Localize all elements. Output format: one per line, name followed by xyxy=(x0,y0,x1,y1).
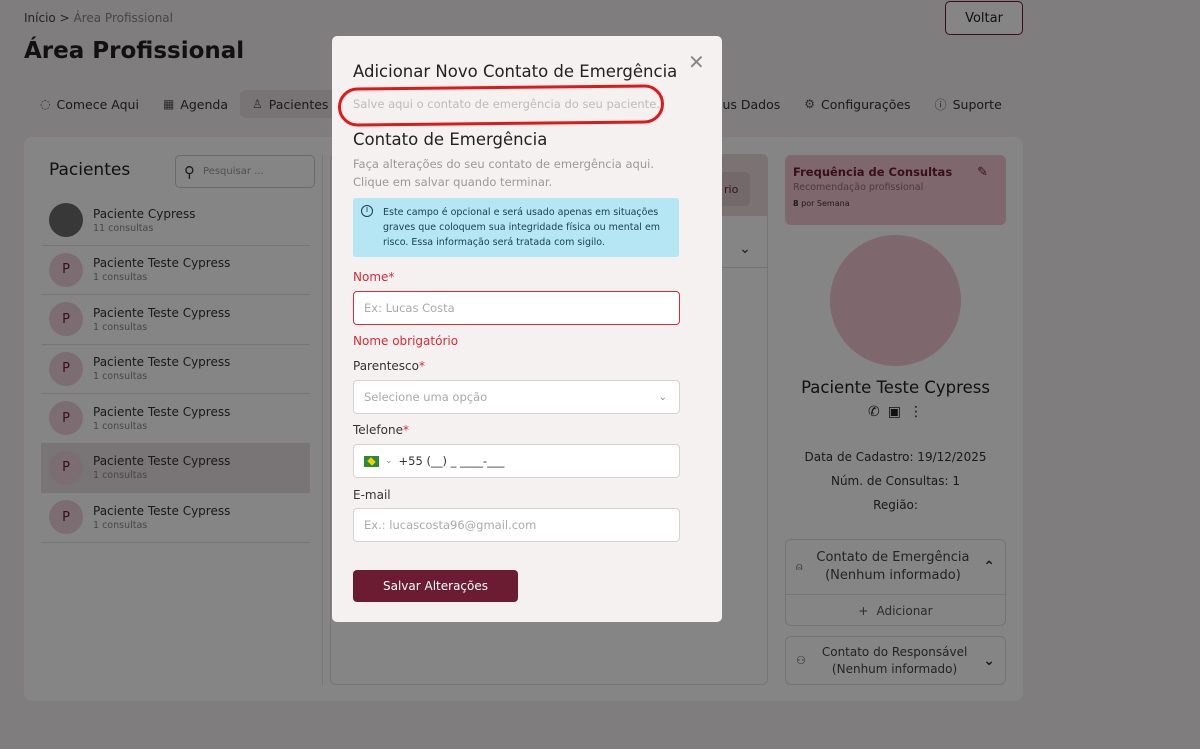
save-button[interactable]: Salvar Alterações xyxy=(353,570,518,602)
email-placeholder: Ex.: lucascosta96@gmail.com xyxy=(364,518,537,532)
name-error-message: Nome obrigatório xyxy=(353,334,459,348)
required-mark: * xyxy=(388,270,395,284)
relation-label-text: Parentesco xyxy=(353,359,419,373)
info-alert: i Este campo é opcional e será usado ape… xyxy=(353,198,679,257)
info-icon: i xyxy=(361,205,373,217)
close-icon[interactable]: ✕ xyxy=(688,52,705,72)
description-line2: Clique em salvar quando terminar. xyxy=(353,174,553,189)
phone-label-text: Telefone xyxy=(353,423,403,437)
description-line1: Faça alterações do seu contato de emergê… xyxy=(353,157,654,171)
required-mark: * xyxy=(402,423,409,437)
phone-field[interactable]: ⌄ +55 (__) _ ____-___ xyxy=(353,444,680,478)
phone-label: Telefone* xyxy=(353,423,409,437)
chevron-down-icon: ⌄ xyxy=(658,391,667,403)
name-field[interactable]: Ex: Lucas Costa xyxy=(353,291,680,325)
name-placeholder: Ex: Lucas Costa xyxy=(364,301,455,315)
brazil-flag-icon[interactable] xyxy=(364,455,379,467)
alert-text: Este campo é opcional e será usado apena… xyxy=(383,207,661,248)
name-label-text: Nome xyxy=(353,270,389,284)
relation-placeholder: Selecione uma opção xyxy=(364,390,488,404)
annotation-circle xyxy=(337,84,665,127)
name-label: Nome* xyxy=(353,270,394,284)
relation-select[interactable]: Selecione uma opção ⌄ xyxy=(353,380,680,414)
chevron-down-icon[interactable]: ⌄ xyxy=(385,456,393,466)
modal-title: Adicionar Novo Contato de Emergência xyxy=(353,62,678,81)
email-label: E-mail xyxy=(353,488,391,502)
relation-label: Parentesco* xyxy=(353,359,425,373)
section-title: Contato de Emergência xyxy=(353,130,548,149)
section-description: Faça alterações do seu contato de emergê… xyxy=(353,156,673,191)
phone-value: +55 (__) _ ____-___ xyxy=(398,454,505,468)
email-field[interactable]: Ex.: lucascosta96@gmail.com xyxy=(353,508,680,542)
required-mark: * xyxy=(419,359,425,373)
